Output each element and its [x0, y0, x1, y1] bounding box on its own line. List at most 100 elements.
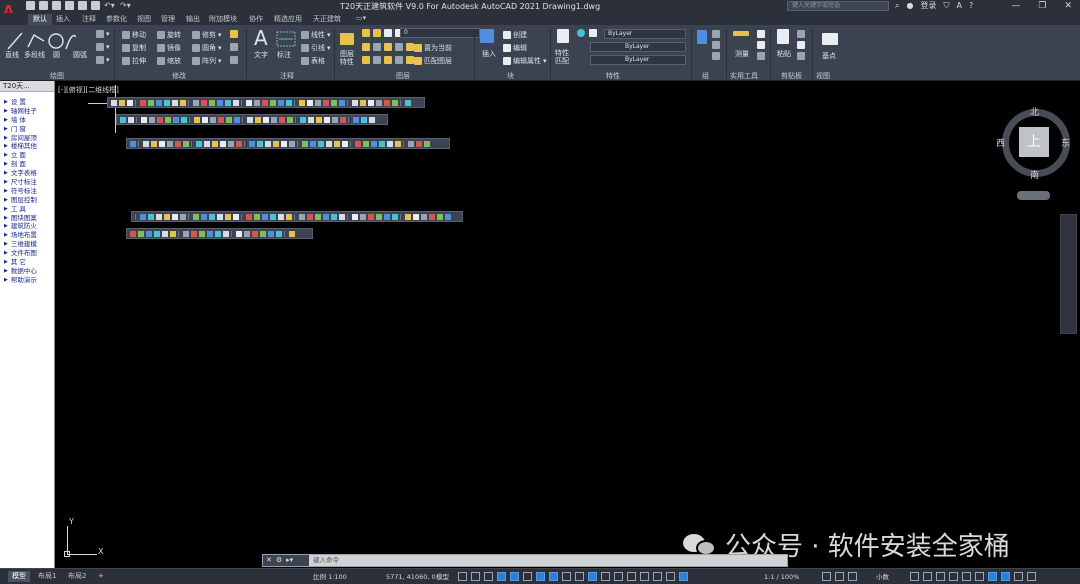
- toolbar-tool-icon[interactable]: [355, 140, 361, 147]
- dimension-button[interactable]: 标注: [277, 50, 291, 60]
- toolbar-tool-icon[interactable]: [226, 116, 232, 123]
- lock-ui-icon[interactable]: [923, 572, 932, 581]
- toolbar-tool-icon[interactable]: [215, 230, 221, 237]
- circle-button[interactable]: 圆: [53, 50, 60, 60]
- layer-dropdown[interactable]: 0: [400, 28, 480, 38]
- toolbar-tool-icon[interactable]: [347, 213, 350, 220]
- offset-button[interactable]: [230, 56, 238, 64]
- mirror-button[interactable]: 镜像: [157, 43, 181, 53]
- toolbar-tool-icon[interactable]: [339, 213, 345, 220]
- toolbar-tool-icon[interactable]: [405, 99, 411, 106]
- toolbar-tool-icon[interactable]: [217, 99, 223, 106]
- toolbar-tool-icon[interactable]: [209, 213, 215, 220]
- menu-item-walls[interactable]: ▶ 墙 体: [0, 116, 54, 125]
- toolbar-tool-icon[interactable]: [302, 140, 308, 147]
- text-button[interactable]: 文字: [254, 50, 268, 60]
- compass-south[interactable]: 南: [1030, 168, 1039, 181]
- fullscreen-icon[interactable]: [1014, 572, 1023, 581]
- tab-addins[interactable]: 附加模块: [209, 14, 237, 24]
- toolbar-tool-icon[interactable]: [273, 140, 279, 147]
- toolbar-tool-icon[interactable]: [326, 140, 332, 147]
- toolbar-tool-icon[interactable]: [376, 213, 382, 220]
- toolbar-tool-icon[interactable]: [225, 213, 231, 220]
- tab-view[interactable]: 视图: [137, 14, 151, 24]
- erase-button[interactable]: [230, 30, 238, 38]
- lineweight-dropdown[interactable]: ByLayer: [590, 55, 686, 65]
- toolbar-tool-icon[interactable]: [281, 140, 287, 147]
- toolbar-tool-icon[interactable]: [170, 230, 176, 237]
- toolbar-tool-icon[interactable]: [286, 213, 292, 220]
- selection-filter-icon[interactable]: [627, 572, 636, 581]
- toolbar-tool-icon[interactable]: [295, 116, 298, 123]
- 3d-osnap-icon[interactable]: [601, 572, 610, 581]
- toolbar-tool-icon[interactable]: [331, 213, 337, 220]
- toolbar-tool-icon[interactable]: [257, 140, 263, 147]
- toolbar-tool-icon[interactable]: [138, 230, 144, 237]
- tab-default[interactable]: 默认: [28, 14, 52, 25]
- measure-button[interactable]: [733, 31, 749, 36]
- help-icon[interactable]: ?: [969, 0, 973, 12]
- toolbar-tool-icon[interactable]: [289, 140, 295, 147]
- redo-arrow-icon[interactable]: ↷▾: [120, 1, 132, 10]
- compass-west[interactable]: 西: [996, 136, 1005, 149]
- quick-properties-icon[interactable]: [910, 572, 919, 581]
- toolbar-tool-icon[interactable]: [193, 99, 199, 106]
- gizmo-icon[interactable]: [640, 572, 649, 581]
- selection-cycling-icon[interactable]: [588, 572, 597, 581]
- toolbar-tool-icon[interactable]: [242, 116, 245, 123]
- units-readout[interactable]: 小数: [876, 572, 889, 582]
- toolbar-tool-icon[interactable]: [157, 116, 163, 123]
- toolbar-tool-icon[interactable]: [260, 230, 266, 237]
- toolbar-tool-icon[interactable]: [289, 230, 295, 237]
- tab-featured-apps[interactable]: 精选应用: [274, 14, 302, 24]
- toolbar-tool-icon[interactable]: [287, 116, 293, 123]
- toolbar-tool-icon[interactable]: [424, 140, 430, 147]
- toolbar-tool-icon[interactable]: [369, 116, 375, 123]
- toolbar-tool-icon[interactable]: [136, 116, 139, 123]
- toolbar-tool-icon[interactable]: [445, 213, 451, 220]
- minimize-icon[interactable]: —: [1011, 0, 1020, 12]
- toolbar-tool-icon[interactable]: [339, 99, 345, 106]
- toolbar-tool-icon[interactable]: [223, 230, 229, 237]
- workspace-switch-icon[interactable]: [1001, 572, 1010, 581]
- toolbar-tool-icon[interactable]: [120, 116, 126, 123]
- toolbar-tool-icon[interactable]: [231, 230, 234, 237]
- plot-icon[interactable]: [78, 1, 87, 10]
- layer-tools-row-3[interactable]: [362, 56, 414, 64]
- toolbar-tool-icon[interactable]: [307, 99, 313, 106]
- toolbar-tool-icon[interactable]: [376, 99, 382, 106]
- insert-block-button[interactable]: [480, 29, 494, 43]
- wcs-menu-button[interactable]: [1017, 191, 1050, 200]
- toolbar-tool-icon[interactable]: [173, 116, 179, 123]
- text-big-icon[interactable]: A: [254, 28, 268, 48]
- toolbar-tool-icon[interactable]: [324, 116, 330, 123]
- annotation-visibility-icon[interactable]: [653, 572, 662, 581]
- toolbar-tool-icon[interactable]: [181, 116, 187, 123]
- toolbar-tool-icon[interactable]: [300, 116, 306, 123]
- toolbar-tool-icon[interactable]: [225, 99, 231, 106]
- toolbar-tool-icon[interactable]: [191, 140, 194, 147]
- toolbar-tool-icon[interactable]: [263, 116, 269, 123]
- menu-item-help-demo[interactable]: ▶ 帮助演示: [0, 276, 54, 285]
- toolbar-tool-icon[interactable]: [135, 99, 138, 106]
- toolbar-tool-icon[interactable]: [262, 99, 268, 106]
- close-icon[interactable]: ✕: [1064, 0, 1072, 12]
- toolbar-tool-icon[interactable]: [270, 213, 276, 220]
- scale-button[interactable]: 缩放: [157, 56, 181, 66]
- grid-icon[interactable]: [458, 572, 467, 581]
- command-line[interactable]: ✕ ⚙ ▸▾ 键入命令: [262, 554, 788, 567]
- customization-icon[interactable]: [975, 572, 984, 581]
- make-current-button[interactable]: 置为当前: [414, 43, 452, 53]
- clipboard-tools[interactable]: [797, 30, 805, 60]
- toolbar-tool-icon[interactable]: [279, 116, 285, 123]
- add-layout-button[interactable]: +: [94, 571, 108, 582]
- hatch-button[interactable]: ▾: [96, 43, 110, 51]
- toolbar-tool-icon[interactable]: [262, 213, 268, 220]
- compass-east[interactable]: 东: [1061, 136, 1070, 149]
- color-dropdown[interactable]: ByLayer: [604, 29, 686, 39]
- rotate-button[interactable]: 旋转: [157, 30, 181, 40]
- toolbar-tool-icon[interactable]: [276, 230, 282, 237]
- toolbar-tool-icon[interactable]: [244, 230, 250, 237]
- utility-tools[interactable]: [757, 30, 765, 60]
- toolbar-tool-icon[interactable]: [363, 140, 369, 147]
